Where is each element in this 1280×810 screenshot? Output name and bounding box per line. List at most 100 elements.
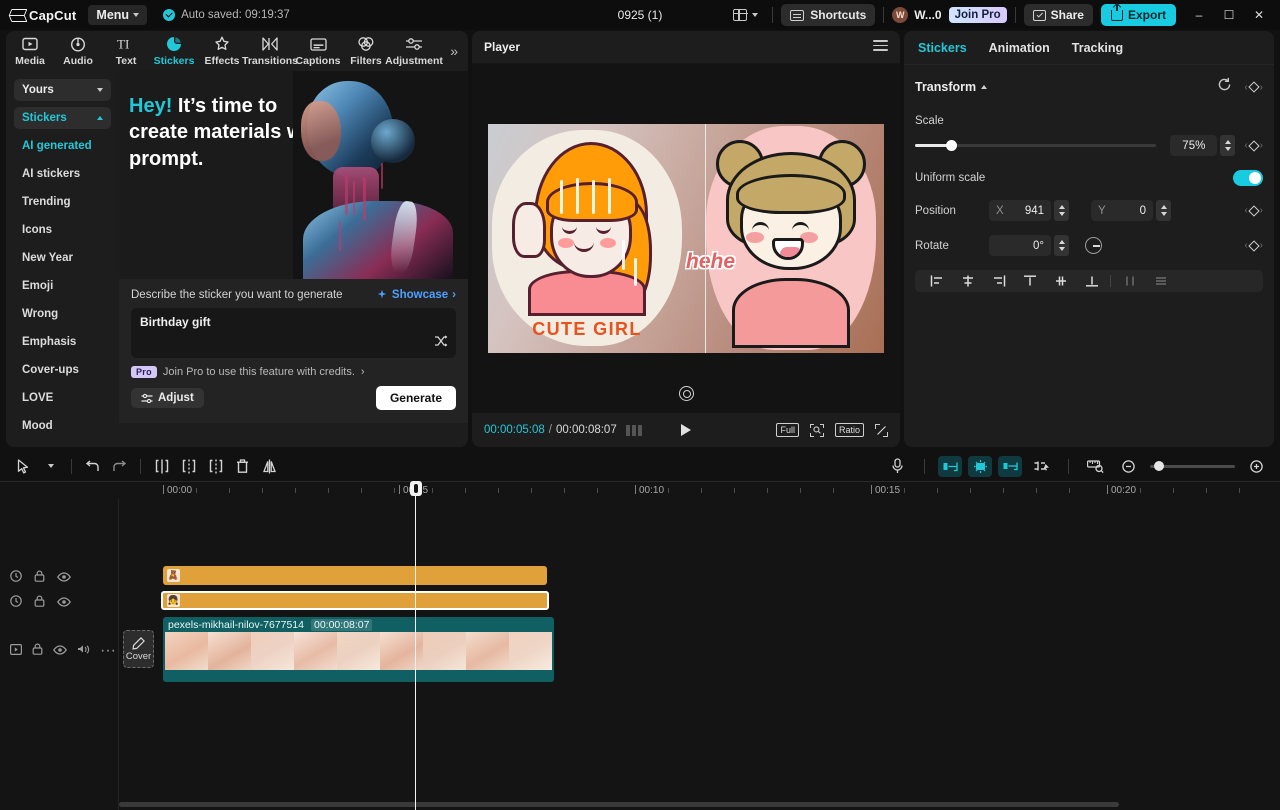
track-visibility-icon[interactable] — [57, 594, 71, 612]
sidebar-item-love[interactable]: LOVE — [14, 384, 111, 412]
position-x-input[interactable]: X 941 — [989, 200, 1051, 221]
select-tool-dropdown-icon[interactable] — [37, 455, 64, 477]
rotate-input[interactable]: 0° — [989, 235, 1051, 256]
close-button[interactable]: ✕ — [1244, 0, 1274, 30]
tab-animation[interactable]: Animation — [989, 41, 1050, 55]
share-button[interactable]: Share — [1024, 4, 1093, 26]
pro-note-row[interactable]: Pro Join Pro to use this feature with cr… — [131, 366, 456, 378]
tab-tracking[interactable]: Tracking — [1072, 41, 1123, 55]
align-left-icon[interactable] — [921, 270, 952, 292]
delete-icon[interactable] — [229, 455, 256, 477]
sidebar-item-emphasis[interactable]: Emphasis — [14, 328, 111, 356]
tab-stickers[interactable]: Stickers — [150, 35, 198, 67]
sidebar-item-wrong[interactable]: Wrong — [14, 300, 111, 328]
zoom-out-icon[interactable] — [1115, 455, 1142, 477]
avatar[interactable]: W — [892, 7, 908, 23]
distribute-horizontal-icon[interactable] — [1114, 270, 1145, 292]
table-row[interactable]: 🧸 — [163, 566, 547, 585]
track-lock-icon[interactable] — [34, 569, 45, 587]
timeline-fit-icon[interactable] — [1082, 455, 1109, 477]
zoom-preview-icon[interactable] — [810, 424, 824, 437]
track-lock-icon[interactable] — [32, 642, 43, 660]
align-center-horizontal-icon[interactable] — [952, 270, 983, 292]
playhead-handle[interactable] — [410, 481, 422, 496]
auto-snap-left-icon[interactable] — [938, 456, 962, 477]
playhead[interactable] — [415, 481, 416, 810]
tab-audio[interactable]: Audio — [54, 35, 102, 67]
shortcuts-button[interactable]: Shortcuts — [781, 4, 875, 26]
more-tabs-icon[interactable]: » — [450, 43, 458, 59]
stickers-group-header[interactable]: Stickers — [14, 107, 111, 129]
trim-right-icon[interactable] — [202, 455, 229, 477]
table-row[interactable]: 👧 — [161, 591, 549, 610]
export-button[interactable]: Export — [1101, 4, 1176, 26]
redo-icon[interactable] — [106, 455, 133, 477]
scale-keyframe-control[interactable]: ‹› — [1244, 140, 1263, 151]
minimize-button[interactable]: – — [1184, 0, 1214, 30]
link-clips-icon[interactable] — [998, 456, 1022, 477]
tab-effects[interactable]: Effects — [198, 35, 246, 67]
record-voiceover-icon[interactable] — [884, 455, 911, 477]
track-visibility-icon[interactable] — [57, 569, 71, 587]
position-x-stepper[interactable] — [1054, 200, 1069, 221]
sidebar-item-icons[interactable]: Icons — [14, 216, 111, 244]
scale-stepper[interactable] — [1220, 135, 1235, 156]
generate-button[interactable]: Generate — [376, 386, 456, 410]
tab-captions[interactable]: Captions — [294, 35, 342, 67]
track-thumbnail-icon[interactable] — [10, 642, 22, 660]
select-tool-icon[interactable] — [10, 455, 37, 477]
layout-button[interactable] — [727, 5, 764, 25]
shuffle-icon[interactable] — [434, 334, 448, 352]
yours-dropdown[interactable]: Yours — [14, 79, 111, 101]
sidebar-item-trending[interactable]: Trending — [14, 188, 111, 216]
rotate-stepper[interactable] — [1054, 235, 1069, 256]
position-keyframe-control[interactable]: ‹› — [1244, 205, 1263, 216]
join-pro-button[interactable]: Join Pro — [949, 7, 1007, 23]
sidebar-item-new-year[interactable]: New Year — [14, 244, 111, 272]
preview-canvas[interactable]: CUTE GIRL hehe — [488, 124, 884, 353]
zoom-in-icon[interactable] — [1243, 455, 1270, 477]
transform-title[interactable]: Transform — [915, 80, 987, 94]
player-menu-icon[interactable] — [873, 40, 888, 54]
tab-text[interactable]: TI Text — [102, 35, 150, 67]
align-bottom-icon[interactable] — [1076, 270, 1107, 292]
position-y-input[interactable]: Y 0 — [1091, 200, 1153, 221]
align-top-icon[interactable] — [1014, 270, 1045, 292]
adjust-button[interactable]: Adjust — [131, 388, 204, 408]
tab-media[interactable]: Media — [6, 35, 54, 67]
timeline-zoom-slider[interactable] — [1150, 465, 1235, 468]
cover-button[interactable]: Cover — [123, 630, 154, 668]
track-keyframe-icon[interactable] — [10, 569, 22, 587]
mirror-icon[interactable] — [256, 455, 283, 477]
cute-girl-sticker[interactable]: CUTE GIRL — [492, 130, 682, 346]
tab-filters[interactable]: Filters — [342, 35, 390, 67]
prompt-input[interactable]: Birthday gift — [131, 308, 456, 358]
showcase-link[interactable]: Showcase › — [376, 289, 456, 301]
scale-value-input[interactable]: 75% — [1170, 135, 1217, 156]
sidebar-item-ai-generated[interactable]: AI generated — [14, 132, 111, 160]
play-icon[interactable] — [681, 424, 691, 436]
ratio-button[interactable]: Ratio — [835, 423, 864, 437]
track-visibility-icon[interactable] — [53, 642, 67, 660]
menu-button[interactable]: Menu — [88, 5, 147, 25]
fullscreen-icon[interactable] — [875, 424, 888, 437]
tab-adjustment[interactable]: Adjustment — [390, 35, 438, 67]
reset-transform-icon[interactable] — [679, 386, 694, 401]
full-quality-button[interactable]: Full — [776, 423, 799, 437]
track-lock-icon[interactable] — [34, 594, 45, 612]
track-mute-icon[interactable] — [77, 642, 90, 660]
trim-left-icon[interactable] — [175, 455, 202, 477]
sidebar-item-mood[interactable]: Mood — [14, 412, 111, 440]
rotate-dial[interactable] — [1085, 237, 1102, 254]
position-y-stepper[interactable] — [1156, 200, 1171, 221]
scale-slider[interactable] — [915, 144, 1156, 147]
track-more-icon[interactable]: ··· — [100, 642, 116, 660]
tab-stickers-props[interactable]: Stickers — [918, 41, 967, 55]
timeline-ruler[interactable]: 00:00 00:05 00:10 00:15 00:20 — [0, 481, 1280, 499]
video-clip[interactable]: pexels-mikhail-nilov-7677514 00:00:08:07 — [163, 617, 554, 682]
adsorption-icon[interactable] — [1028, 455, 1055, 477]
sidebar-item-ai-stickers[interactable]: AI stickers — [14, 160, 111, 188]
distribute-vertical-icon[interactable] — [1145, 270, 1176, 292]
align-middle-icon[interactable] — [1045, 270, 1076, 292]
align-right-icon[interactable] — [983, 270, 1014, 292]
